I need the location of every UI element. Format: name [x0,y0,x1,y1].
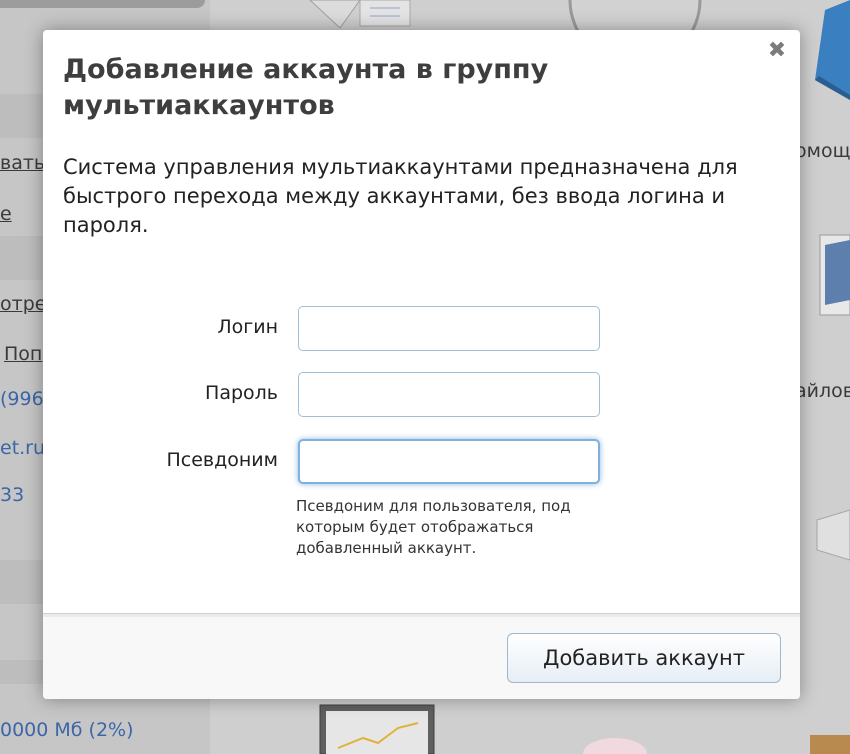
chart-monitor-icon [319,704,435,754]
background-link[interactable]: е [0,203,12,225]
alias-row: Псевдоним [43,439,800,485]
documents-icon [309,0,411,29]
footer-divider [43,614,800,617]
background-value: (996 [0,388,44,410]
password-label: Пароль [205,382,278,404]
password-input[interactable] [298,372,600,417]
login-label: Логин [217,316,278,338]
alias-hint: Псевдоним для пользователя, под которым … [296,497,571,557]
background-link[interactable]: Поп [4,343,42,365]
file-manager-icon [819,234,850,316]
background-link[interactable]: вать [0,152,45,174]
close-icon[interactable]: ✖ [766,40,788,62]
clock-icon [568,0,702,32]
background-value: et.ru [0,437,46,459]
alias-label: Псевдоним [166,449,279,471]
disk-icon [816,509,850,561]
background-link[interactable]: отре [0,293,46,315]
help-book-icon [815,0,850,100]
background-topbar [0,0,205,8]
add-account-button[interactable]: Добавить аккаунт [507,633,781,683]
background-label: айлов [795,380,850,402]
box-icon [810,735,850,754]
dialog-footer: Добавить аккаунт [43,613,800,699]
login-row: Логин [43,306,800,352]
alias-input[interactable] [298,439,600,484]
add-account-dialog: ✖ Добавление аккаунта в группу мультиакк… [43,30,800,699]
background-label: омощ [795,140,850,162]
piggy-bank-icon [583,738,647,754]
background-value: 0000 Мб (2%) [0,719,134,741]
dialog-description: Система управления мультиаккаунтами пред… [63,155,738,237]
password-row: Пароль [43,372,800,418]
login-input[interactable] [298,306,600,351]
dialog-title: Добавление аккаунта в группу мультиаккау… [63,54,549,121]
background-value: 33 [0,484,25,506]
